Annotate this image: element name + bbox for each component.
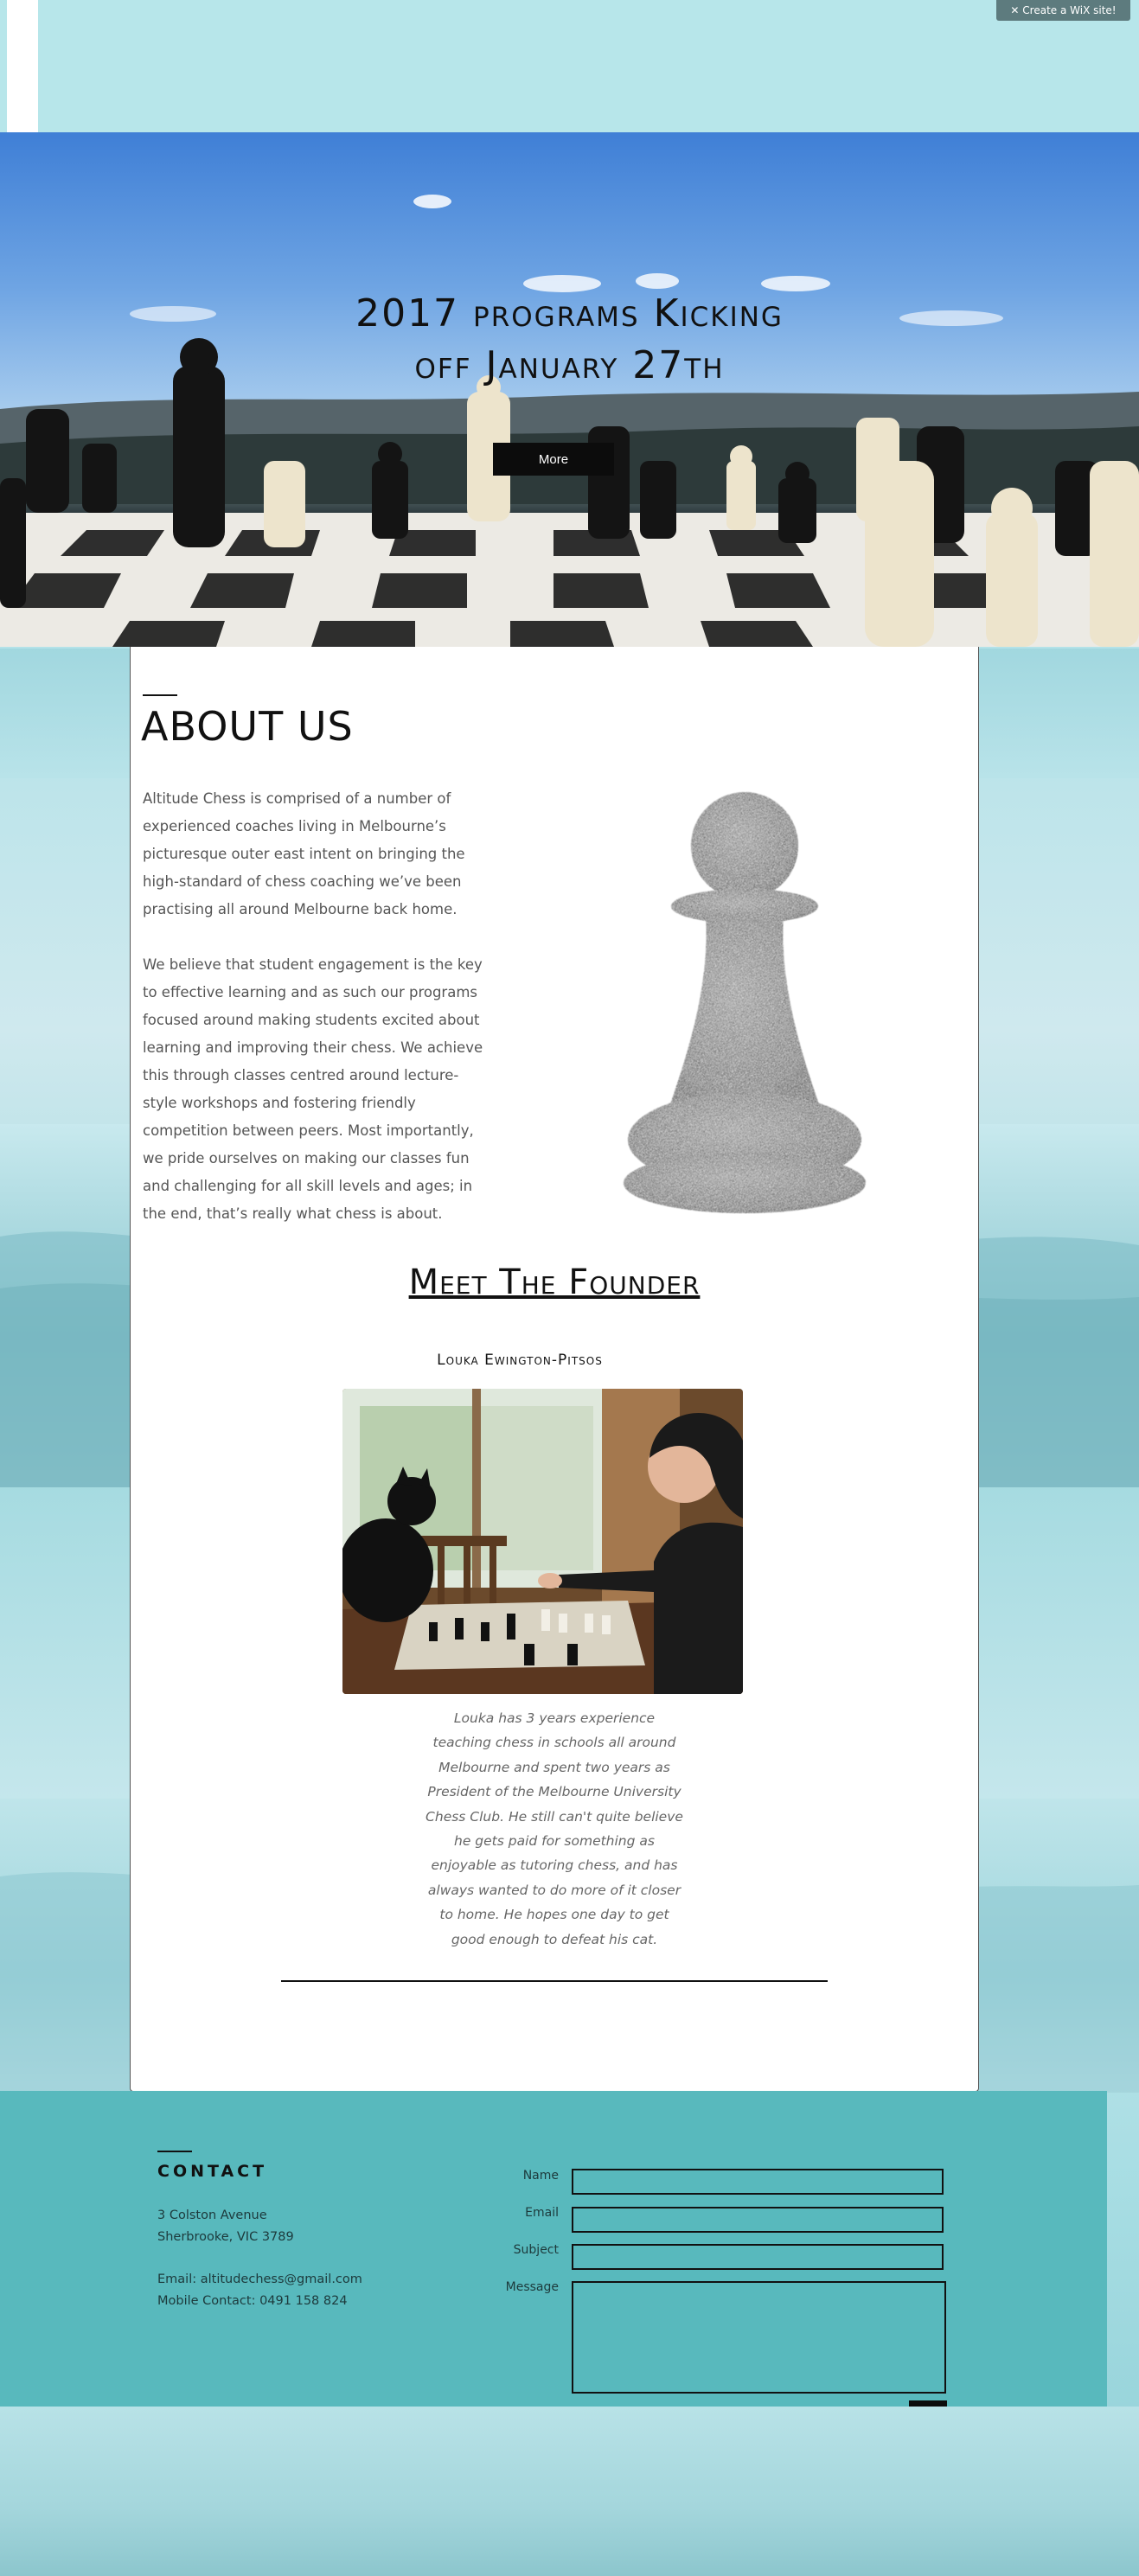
subject-label: Subject — [513, 2243, 559, 2257]
contact-gap — [157, 2248, 362, 2269]
address-line-2: Sherbrooke, VIC 3789 — [157, 2230, 294, 2244]
email-label: Email — [525, 2206, 559, 2220]
about-paragraph-1: Altitude Chess is comprised of a number … — [143, 790, 465, 917]
wix-icon: ✕ — [1010, 4, 1020, 16]
pawn-illustration — [624, 792, 866, 1213]
hero-section: 2017 programs Kicking off January 27th M… — [0, 132, 1139, 647]
founder-photo — [342, 1389, 743, 1694]
about-title: ABOUT US — [141, 703, 354, 750]
about-text: Altitude Chess is comprised of a number … — [143, 785, 489, 1256]
founder-photo-image — [342, 1389, 743, 1694]
hero-title: 2017 programs Kicking off January 27th — [0, 288, 1139, 392]
name-field[interactable] — [572, 2169, 944, 2195]
message-label: Message — [505, 2280, 559, 2294]
contact-info: 3 Colston Avenue Sherbrooke, VIC 3789 Em… — [157, 2205, 362, 2312]
wix-banner-label: Create a WiX site! — [1022, 4, 1117, 16]
email-line: Email: altitudechess@gmail.com — [157, 2272, 362, 2286]
contact-title: CONTACT — [157, 2162, 268, 2181]
name-label: Name — [522, 2169, 559, 2183]
more-button[interactable]: More — [493, 443, 614, 476]
contact-title-dash — [157, 2151, 192, 2152]
wix-banner[interactable]: ✕ Create a WiX site! — [996, 0, 1130, 21]
about-card: ABOUT US Altitude Chess is comprised of … — [130, 647, 979, 2092]
about-title-dash — [143, 694, 177, 696]
top-strip-bar — [7, 0, 38, 132]
phone-line: Mobile Contact: 0491 158 824 — [157, 2294, 348, 2308]
founder-name: Louka Ewington-Pitsos — [437, 1352, 603, 1369]
founder-title: Meet The Founder — [408, 1262, 701, 1302]
address-line-1: 3 Colston Avenue — [157, 2208, 267, 2222]
top-strip — [0, 0, 1139, 132]
bottom-strip — [0, 2407, 1139, 2576]
contact-section: CONTACT 3 Colston Avenue Sherbrooke, VIC… — [0, 2091, 1107, 2488]
hero-title-line2: off January 27th — [414, 343, 725, 387]
card-divider — [281, 1980, 828, 1982]
email-field[interactable] — [572, 2207, 944, 2233]
hero-title-line1: 2017 programs Kicking — [355, 291, 784, 336]
subject-field[interactable] — [572, 2244, 944, 2270]
founder-bio: Louka has 3 years experience teaching ch… — [426, 1710, 683, 1947]
message-field[interactable] — [572, 2281, 946, 2394]
about-paragraph-2: We believe that student engagement is th… — [143, 956, 483, 1222]
